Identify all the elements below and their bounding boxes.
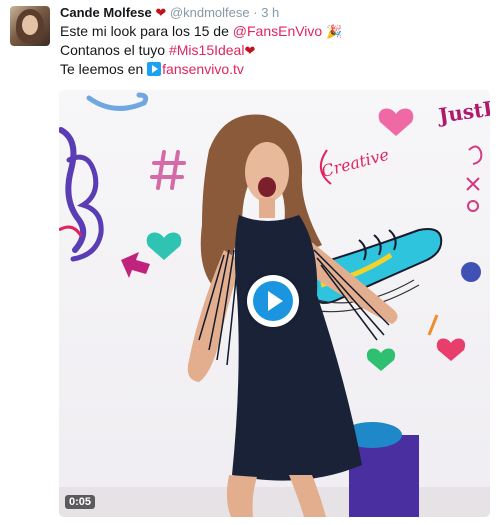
text-fragment: Este mi look para los 15 de (60, 23, 233, 39)
text-fragment: Te leemos en (60, 61, 148, 77)
separator: · (253, 5, 258, 20)
tweet-line-2: Contanos el tuyo #Mis15Ideal❤ (60, 41, 490, 60)
url-link[interactable]: fansenvivo.tv (162, 61, 244, 77)
text-fragment: Contanos el tuyo (60, 42, 169, 58)
tweet-text: Este mi look para los 15 de @FansEnVivo … (60, 22, 490, 79)
play-button-emoji-icon (147, 62, 162, 76)
heart-emoji-icon: ❤ (155, 5, 167, 20)
svg-text:Creative: Creative (319, 145, 391, 181)
video-duration: 0:05 (65, 495, 96, 509)
author-handle[interactable]: @kndmolfese (170, 5, 250, 20)
tweet-line-1: Este mi look para los 15 de @FansEnVivo … (60, 22, 490, 41)
hashtag-link[interactable]: #Mis15Ideal (169, 42, 245, 58)
play-circle-icon (253, 281, 293, 321)
tweet-line-3: Te leemos en fansenvivo.tv (60, 60, 490, 79)
heart-emoji-icon: ❤ (244, 43, 256, 58)
author-name[interactable]: Cande Molfese (60, 5, 152, 20)
avatar[interactable] (10, 6, 50, 46)
svg-text:JustD: JustD (435, 95, 490, 128)
tweet-header: Cande Molfese ❤ @kndmolfese · 3 h (60, 5, 279, 21)
tweet-card[interactable]: Cande Molfese ❤ @kndmolfese · 3 h Este m… (0, 0, 500, 525)
tweet-timestamp[interactable]: 3 h (261, 5, 279, 20)
mention-link[interactable]: @FansEnVivo (233, 23, 322, 39)
video-player[interactable]: JustD Creative 0:05 (59, 90, 490, 517)
party-popper-emoji-icon: 🎉 (326, 24, 343, 39)
play-button[interactable] (247, 275, 299, 327)
